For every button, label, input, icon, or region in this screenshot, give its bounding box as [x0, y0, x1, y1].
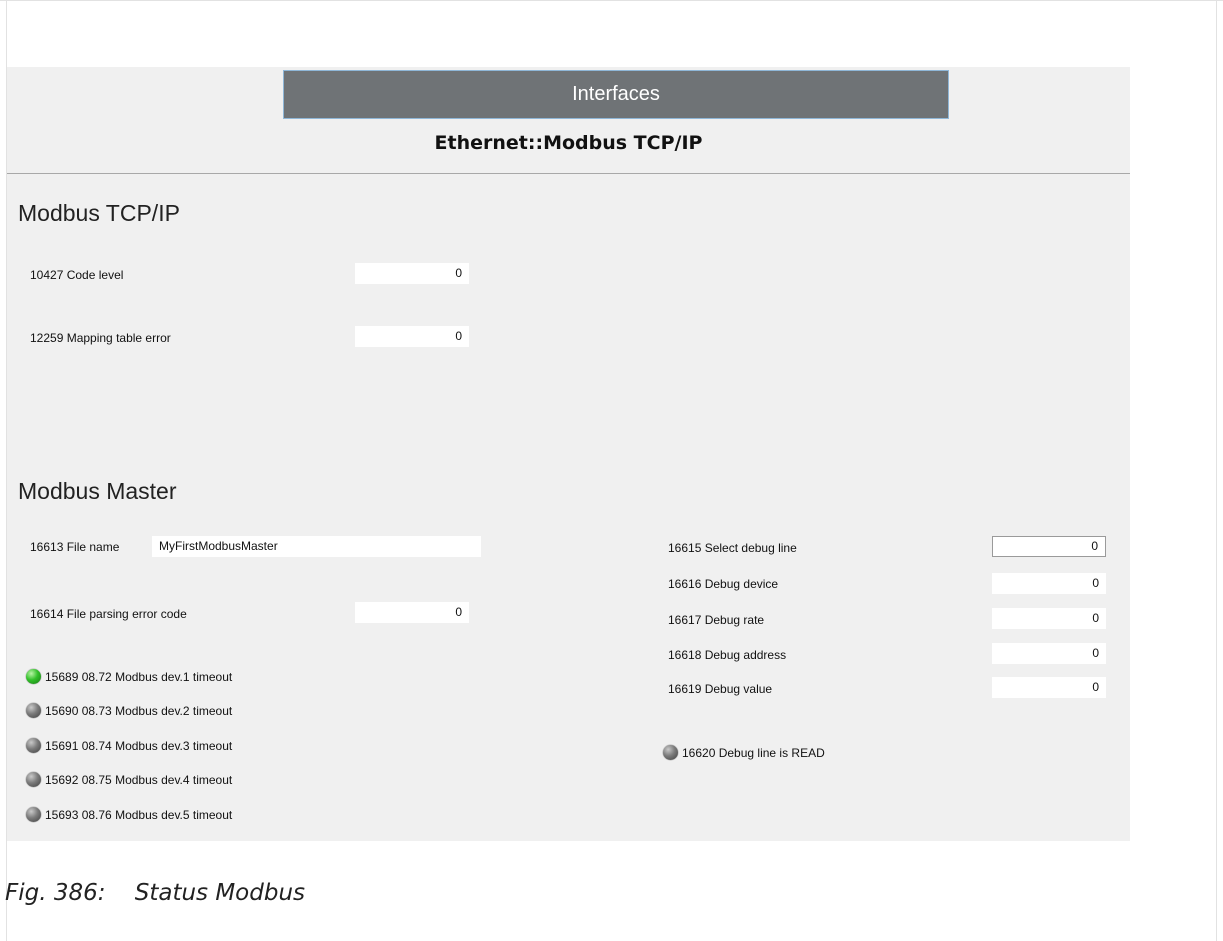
timeout-row-dev3: 15691 08.74 Modbus dev.3 timeout	[26, 738, 232, 753]
status-led-icon	[26, 772, 41, 787]
status-led-icon	[26, 703, 41, 718]
timeout-label: 15693 08.76 Modbus dev.5 timeout	[45, 807, 233, 822]
timeout-label: 15690 08.73 Modbus dev.2 timeout	[45, 703, 233, 718]
code-level-field: 0	[355, 263, 469, 284]
status-led-icon	[26, 738, 41, 753]
figure-caption: Fig. 386: Status Modbus	[5, 880, 306, 906]
timeout-label: 15689 08.72 Modbus dev.1 timeout	[45, 669, 233, 684]
file-parsing-error-label: 16614 File parsing error code	[30, 607, 187, 621]
debug-address-label: 16618 Debug address	[668, 648, 787, 662]
section-title-modbus-master: Modbus Master	[18, 478, 177, 504]
debug-device-field: 0	[992, 573, 1106, 594]
select-debug-line-label: 16615 Select debug line	[668, 541, 797, 555]
debug-value-field: 0	[992, 677, 1106, 698]
mapping-table-error-field: 0	[355, 326, 469, 347]
status-led-icon	[663, 745, 678, 760]
timeout-row-dev4: 15692 08.75 Modbus dev.4 timeout	[26, 772, 232, 787]
debug-value-label: 16619 Debug value	[668, 682, 773, 696]
page-subtitle: Ethernet::Modbus TCP/IP	[434, 132, 703, 154]
page-title: Interfaces	[283, 70, 949, 119]
debug-line-read-label: 16620 Debug line is READ	[682, 745, 825, 760]
status-panel: Interfaces Ethernet::Modbus TCP/IP Modbu…	[7, 67, 1130, 841]
code-level-label: 10427 Code level	[30, 268, 124, 282]
debug-address-field: 0	[992, 643, 1106, 664]
select-debug-line-input[interactable]: 0	[992, 536, 1106, 557]
status-led-icon	[26, 807, 41, 822]
timeout-row-dev2: 15690 08.73 Modbus dev.2 timeout	[26, 703, 232, 718]
debug-rate-label: 16617 Debug rate	[668, 613, 765, 627]
file-parsing-error-field: 0	[355, 602, 469, 623]
section-title-modbus-tcp: Modbus TCP/IP	[18, 200, 180, 226]
file-name-field: MyFirstModbusMaster	[152, 536, 481, 557]
timeout-row-dev1: 15689 08.72 Modbus dev.1 timeout	[26, 669, 232, 684]
status-led-icon	[26, 669, 41, 684]
timeout-row-dev5: 15693 08.76 Modbus dev.5 timeout	[26, 807, 232, 822]
timeout-label: 15692 08.75 Modbus dev.4 timeout	[45, 772, 233, 787]
debug-rate-field: 0	[992, 608, 1106, 629]
header-divider	[7, 173, 1130, 174]
debug-device-label: 16616 Debug device	[668, 577, 779, 591]
page-top-border	[0, 0, 1223, 1]
file-name-label: 16613 File name	[30, 540, 120, 554]
debug-line-read-row: 16620 Debug line is READ	[663, 745, 825, 760]
timeout-label: 15691 08.74 Modbus dev.3 timeout	[45, 738, 233, 753]
mapping-table-error-label: 12259 Mapping table error	[30, 331, 171, 345]
page-right-border	[1216, 0, 1217, 941]
